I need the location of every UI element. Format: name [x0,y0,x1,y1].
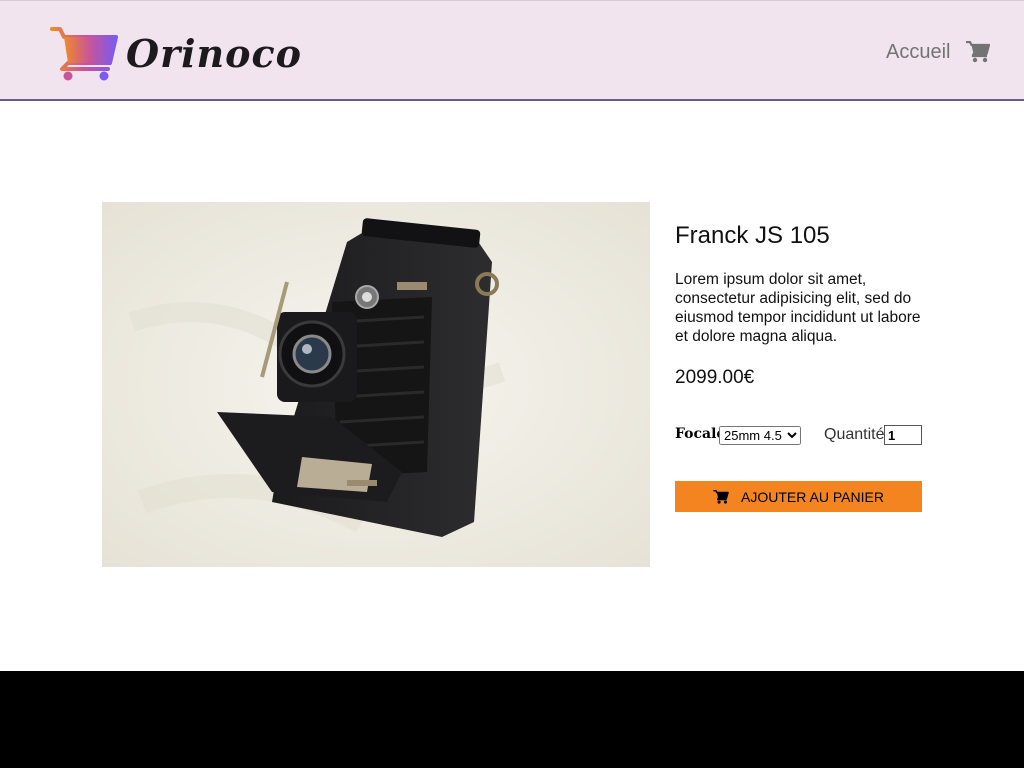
quantity-label: Quantité [824,426,885,443]
product-image [102,202,650,567]
product-title: Franck JS 105 [675,222,830,249]
brand-logo[interactable]: Orinoco [50,25,301,85]
site-footer [0,671,1024,768]
nav-home-link[interactable]: Accueil [886,41,950,64]
add-to-cart-label: AJOUTER AU PANIER [741,488,884,505]
focale-label: Focale [675,426,726,442]
shopping-cart-icon[interactable] [966,40,991,68]
shopping-cart-logo-icon [50,27,118,81]
product-price: 2099.00€ [675,367,755,388]
cart-icon [713,489,729,504]
site-header: Orinoco Accueil [0,0,1024,101]
product-description: Lorem ipsum dolor sit amet, consectetur … [675,271,921,345]
add-to-cart-button[interactable]: AJOUTER AU PANIER [675,481,922,512]
quantity-input[interactable] [884,425,922,445]
brand-name: Orinoco [126,31,303,76]
focale-select[interactable]: 25mm 4.5 [719,426,801,445]
